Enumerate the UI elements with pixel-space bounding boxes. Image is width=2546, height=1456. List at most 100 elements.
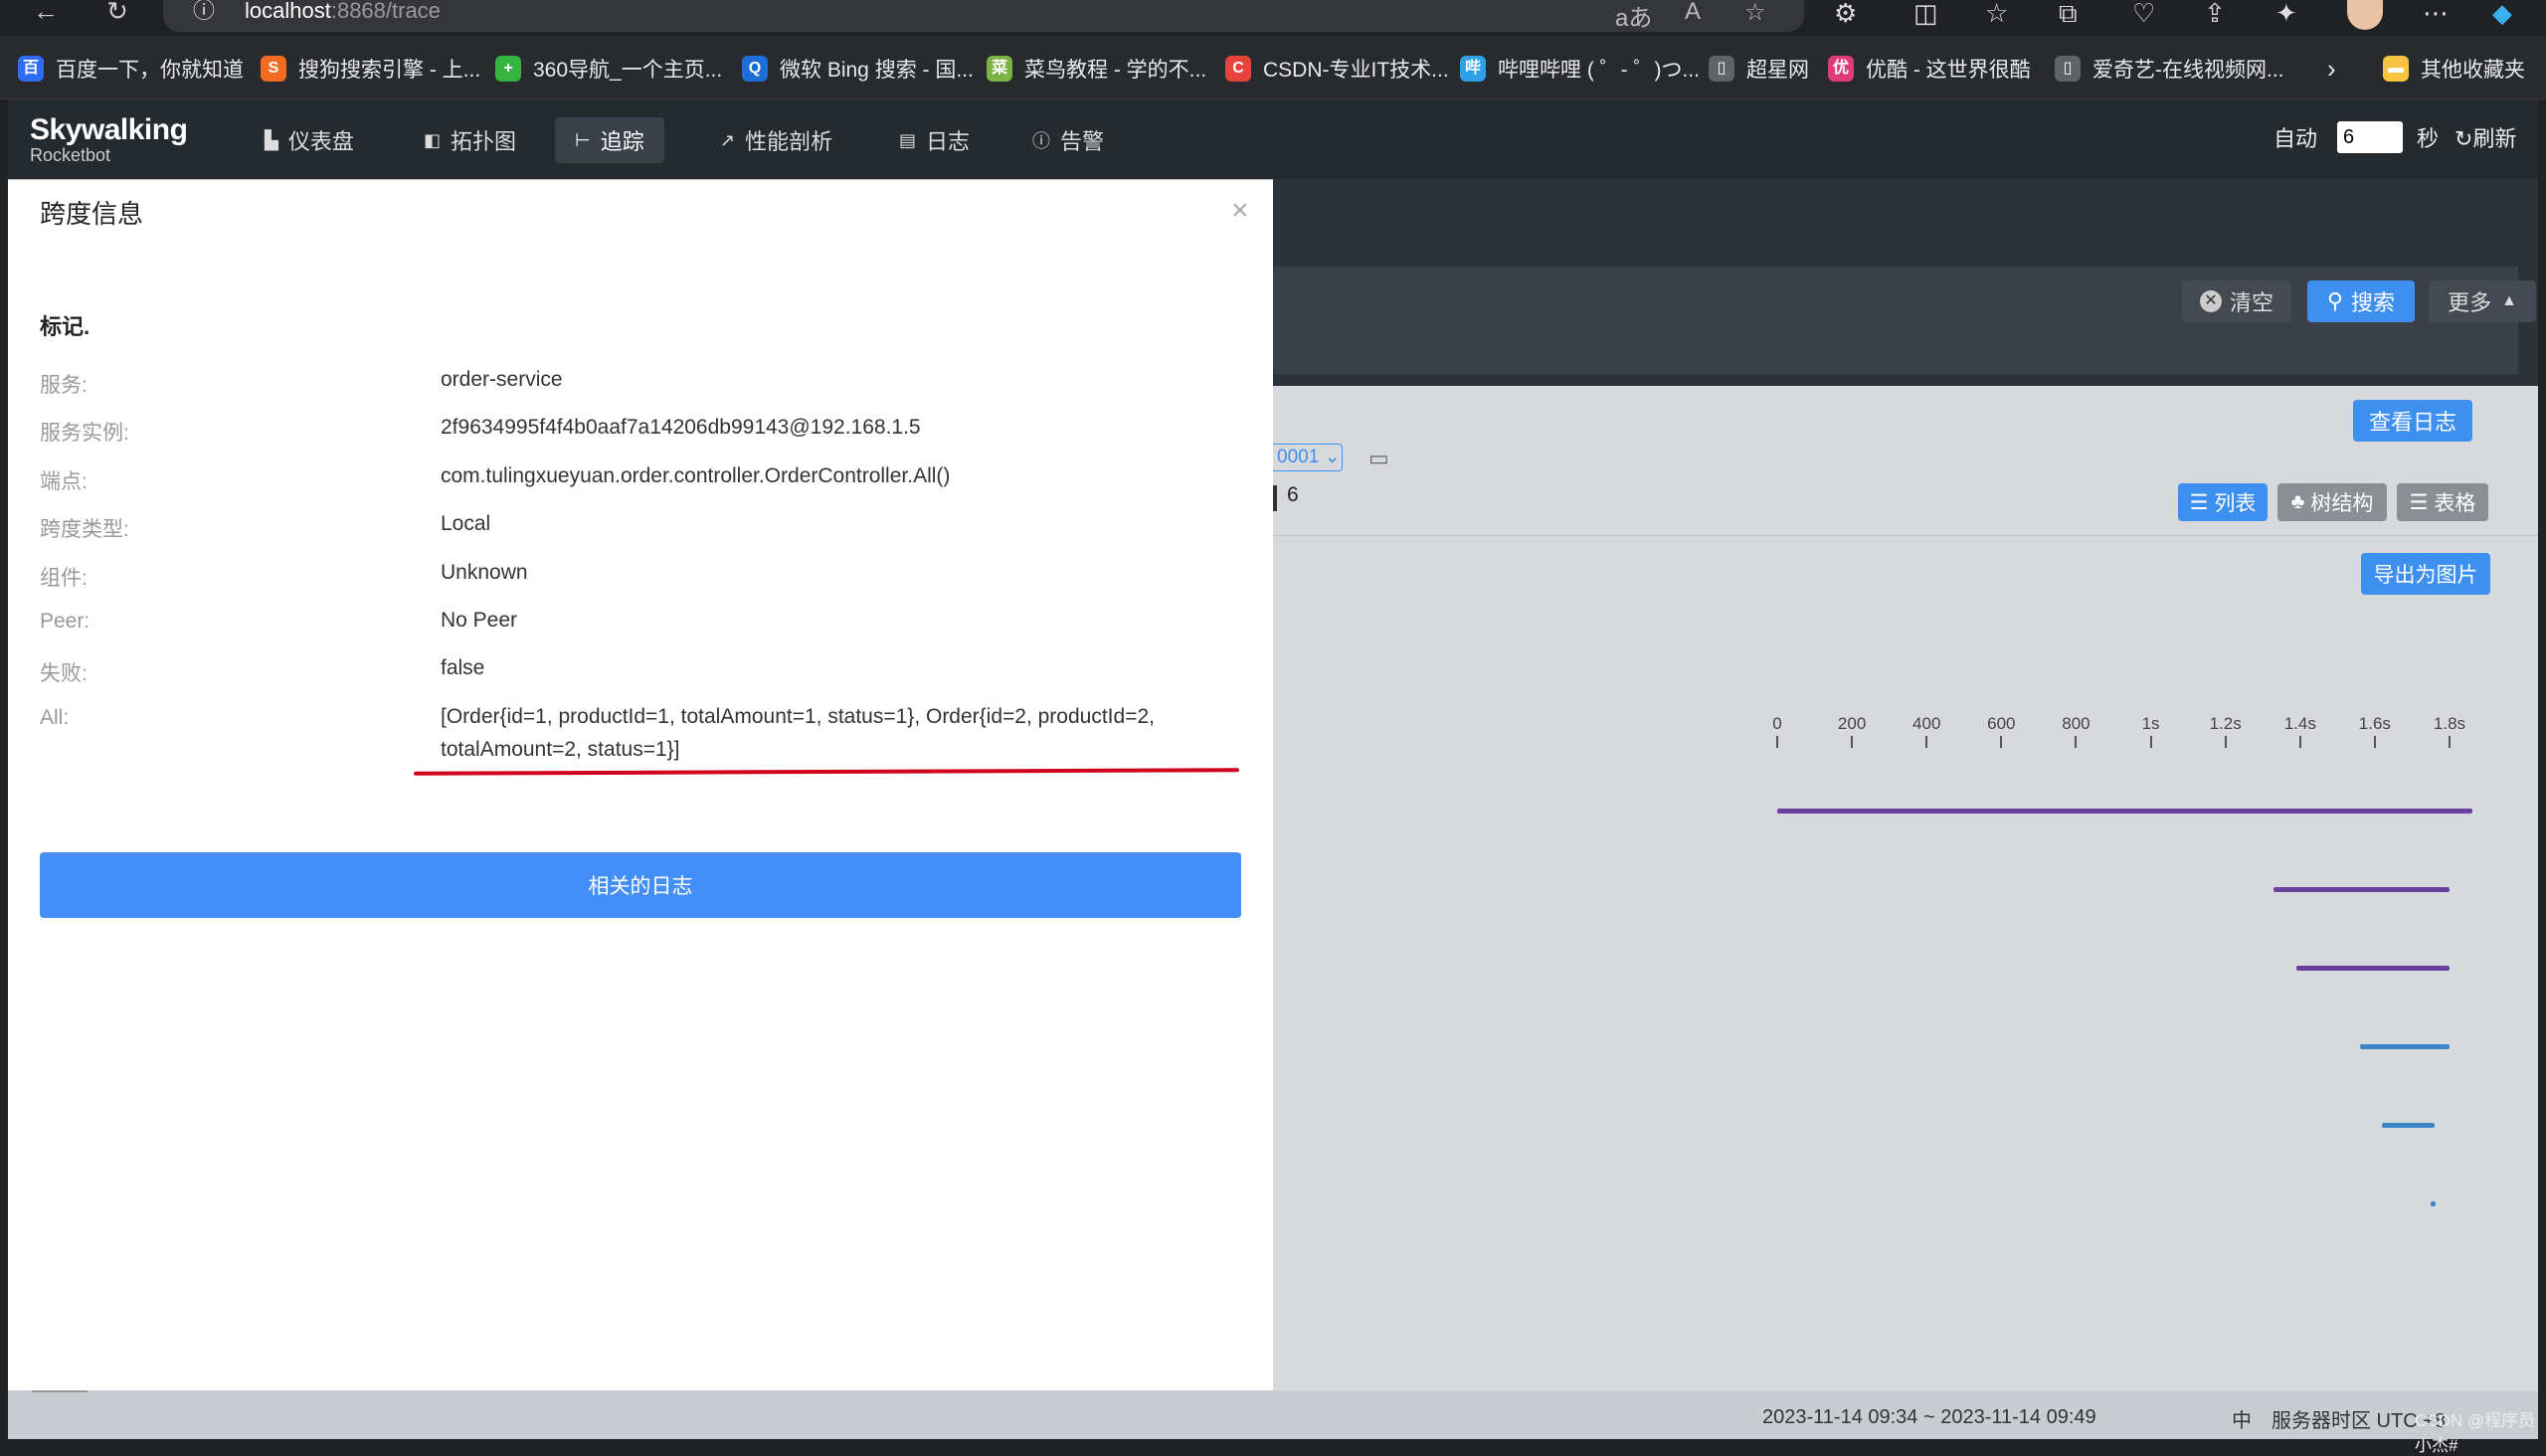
- copilot-icon[interactable]: ✦: [2275, 0, 2297, 29]
- time-range[interactable]: 2023-11-14 09:34 ~ 2023-11-14 09:49: [1762, 1406, 2096, 1429]
- nav-item-topology[interactable]: ◧ 拓扑图: [404, 117, 536, 163]
- read-aloud-icon[interactable]: aあ: [1615, 0, 1652, 33]
- bookmark-favicon-icon: 哔: [1460, 56, 1486, 82]
- bookmark-label: 优酷 - 这世界很酷: [1866, 59, 2031, 82]
- profile-avatar[interactable]: [2347, 0, 2383, 30]
- edge-sidebar-icon[interactable]: ◆: [2492, 0, 2512, 29]
- nav-label: 追踪: [600, 129, 644, 154]
- bookmark-item[interactable]: ▯ 超星网: [1709, 54, 1809, 84]
- bookmark-label: 微软 Bing 搜索 - 国...: [780, 59, 974, 82]
- bookmark-item[interactable]: 百百度一下，你就知道: [18, 54, 244, 84]
- split-screen-icon[interactable]: ◫: [1913, 0, 1938, 29]
- span-bar[interactable]: [1777, 809, 2472, 814]
- refresh-interval-input[interactable]: [2337, 121, 2404, 153]
- nav-item-profile[interactable]: ↗ 性能剖析: [700, 117, 852, 163]
- bookmark-label: 哔哩哔哩 ( ゜- ゜)つ...: [1498, 59, 1700, 82]
- span-field-value: 2f9634995f4f4b0aaf7a14206db99143@192.168…: [441, 416, 921, 439]
- span-bar[interactable]: [2296, 966, 2450, 971]
- bookmark-favicon-icon: 菜: [987, 56, 1012, 82]
- health-icon[interactable]: ♡: [2132, 0, 2155, 29]
- trace-id-select[interactable]: 0001 ⌄: [1273, 444, 1343, 471]
- bookmark-item[interactable]: Q 微软 Bing 搜索 - 国...: [742, 54, 974, 84]
- watermark: CSDN @程序员小杰#: [2415, 1411, 2536, 1455]
- span-bar[interactable]: [2431, 1201, 2437, 1206]
- bookmark-item[interactable]: 哔哔哩哔哩 ( ゜- ゜)つ...: [1460, 54, 1700, 84]
- span-field-value: com.tulingxueyuan.order.controller.Order…: [441, 464, 951, 487]
- bookmark-label: 爱奇艺-在线视频网...: [2092, 59, 2284, 82]
- span-field-key: 组件:: [40, 567, 88, 590]
- timeline-tick-label: 600: [1987, 714, 2016, 733]
- bookmark-item[interactable]: 菜菜鸟教程 - 学的不...: [987, 54, 1206, 84]
- trace-icon: ⊢: [575, 129, 591, 150]
- top-navigation: Skywalking Rocketbot ▙ 仪表盘 ◧ 拓扑图 ⊢ 追踪 ↗ 性能剖析 ▤ 日志…: [8, 99, 2538, 179]
- browser-toolbar: ← ↻ ⓘ localhost:8868/trace aあ A ☆ ⚙ ◫ ☆ …: [0, 0, 2546, 36]
- timeline-tick-mark: [1925, 736, 1928, 748]
- bookmark-label: 超星网: [1746, 59, 1809, 82]
- tree-view-button[interactable]: ♣ 树结构: [2277, 483, 2387, 521]
- clear-button[interactable]: ✕ 清空: [2182, 280, 2291, 322]
- search-icon: ⚲: [2326, 288, 2344, 313]
- back-icon[interactable]: ←: [26, 0, 66, 26]
- divider: [1273, 535, 2538, 536]
- span-bar[interactable]: [2273, 887, 2450, 892]
- more-button[interactable]: 更多 ▲: [2429, 280, 2536, 322]
- timeline-tick-mark: [1776, 736, 1778, 748]
- bookmark-item[interactable]: 优优酷 - 这世界很酷: [1828, 54, 2031, 84]
- span-bar[interactable]: [2359, 1044, 2450, 1049]
- bookmark-item[interactable]: ▯ 爱奇艺-在线视频网...: [2055, 54, 2284, 84]
- favorites-icon[interactable]: ☆: [1985, 0, 2008, 29]
- nav-item-alarm[interactable]: ⓘ 告警: [1012, 117, 1124, 163]
- immersive-reader-icon[interactable]: A: [1685, 0, 1701, 26]
- close-icon[interactable]: ×: [1231, 194, 1249, 228]
- bookmark-label: 搜狗搜索引擎 - 上...: [298, 59, 481, 82]
- reload-icon[interactable]: ↻: [97, 0, 137, 26]
- list-view-button[interactable]: ☰ 列表: [2178, 483, 2268, 521]
- span-field-key: 服务实例:: [40, 422, 129, 445]
- collections-icon[interactable]: ⧉: [2059, 0, 2078, 30]
- bookmark-favicon-icon: ▯: [1709, 56, 1734, 82]
- timeline-tick-label: 1.2s: [2209, 714, 2242, 733]
- span-field-key: All:: [40, 706, 70, 729]
- nav-item-dashboard[interactable]: ▙ 仪表盘: [245, 117, 374, 163]
- footer-bar: 2023-11-14 09:34 ~ 2023-11-14 09:49 中 服务…: [8, 1390, 2538, 1455]
- refresh-button[interactable]: ↻刷新: [2455, 121, 2516, 153]
- more-menu-icon[interactable]: ⋯: [2423, 0, 2449, 29]
- bookmarks-bar: 百百度一下，你就知道 S 搜狗搜索引擎 - 上... +360导航_一个主页... Q 微…: [0, 36, 2546, 99]
- timeline-tick-mark: [2224, 736, 2227, 748]
- timeline-tick-label: 400: [1912, 714, 1941, 733]
- bookmark-label: 其他收藏夹: [2421, 59, 2525, 82]
- copy-icon[interactable]: ▭: [1368, 446, 1389, 471]
- timeline-tick-mark: [2373, 736, 2376, 748]
- more-bookmarks-chevron-icon[interactable]: ›: [2327, 54, 2336, 84]
- timeline-tick-label: 1.4s: [2283, 714, 2316, 733]
- skywalking-logo[interactable]: Skywalking Rocketbot: [30, 113, 188, 166]
- trace-search-bar: ✕ 清空 ⚲ 搜索 更多 ▲: [1273, 179, 2538, 386]
- table-icon: ☰: [2409, 490, 2429, 514]
- language-toggle[interactable]: 中: [2232, 1404, 2252, 1433]
- table-view-button[interactable]: ☰ 表格: [2397, 483, 2488, 521]
- bookmark-favicon-icon: 百: [18, 56, 44, 82]
- search-button[interactable]: ⚲ 搜索: [2307, 280, 2415, 322]
- nav-item-trace[interactable]: ⊢ 追踪: [555, 117, 664, 163]
- extensions-icon[interactable]: ⚙: [1834, 0, 1857, 29]
- footer-handle: [32, 1390, 88, 1392]
- nav-item-log[interactable]: ▤ 日志: [879, 117, 990, 163]
- view-logs-button[interactable]: 查看日志: [2353, 400, 2472, 442]
- span-info-modal: 跨度信息 × 标记. 服务: order-service 服务实例: 2f963499…: [8, 180, 1273, 1390]
- dashboard-icon: ▙: [265, 129, 278, 150]
- bookmark-label: 百度一下，你就知道: [56, 59, 244, 82]
- site-info-icon[interactable]: ⓘ: [193, 0, 215, 22]
- share-icon[interactable]: ⇪: [2204, 0, 2226, 29]
- span-field-value: Local: [441, 512, 491, 535]
- bookmark-item[interactable]: C CSDN-专业IT技术...: [1225, 54, 1449, 84]
- bookmark-item[interactable]: S 搜狗搜索引擎 - 上...: [261, 54, 480, 84]
- span-count-badge: [1273, 485, 1277, 511]
- export-image-button[interactable]: 导出为图片: [2361, 553, 2490, 595]
- bookmark-favicon-icon: +: [495, 56, 521, 82]
- bookmark-item[interactable]: ▬ 其他收藏夹: [2383, 54, 2525, 84]
- span-bar[interactable]: [2382, 1123, 2435, 1128]
- bookmark-item[interactable]: +360导航_一个主页...: [495, 54, 722, 84]
- address-bar[interactable]: ⓘ localhost:8868/trace aあ A ☆: [163, 0, 1804, 32]
- favorite-star-icon[interactable]: ☆: [1744, 0, 1766, 27]
- related-logs-button[interactable]: 相关的日志: [40, 852, 1241, 918]
